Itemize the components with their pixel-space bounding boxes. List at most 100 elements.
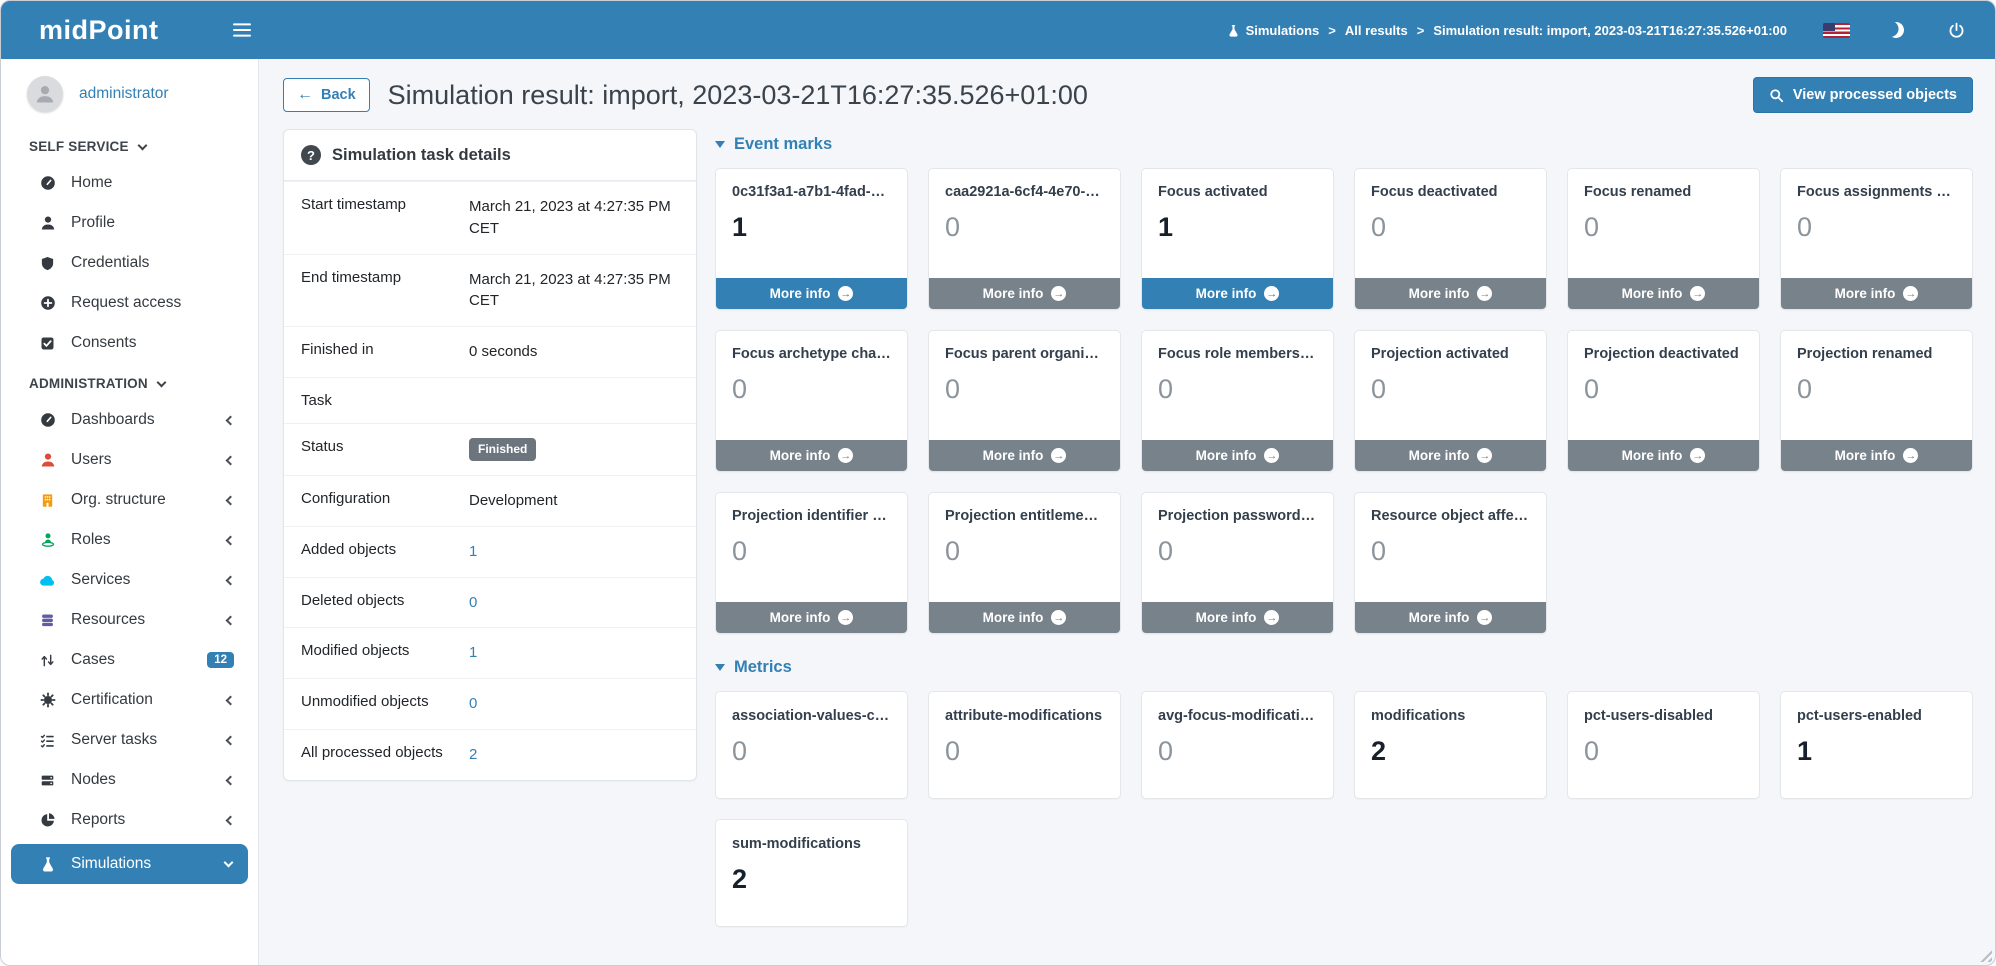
detail-row-added-objects: Added objects 1 (284, 526, 696, 577)
metric-title: avg-focus-modifications (1158, 708, 1317, 724)
more-info-button[interactable]: More info (1781, 440, 1972, 471)
breadcrumb-label: All results (1345, 23, 1408, 38)
logout-button[interactable] (1942, 16, 1971, 45)
sidebar-item-label: Users (71, 451, 212, 469)
sidebar-item-roles[interactable]: Roles (1, 520, 258, 560)
sidebar-item-users[interactable]: Users (1, 440, 258, 480)
status-badge: Finished (469, 438, 536, 461)
more-info-button[interactable]: More info (1568, 440, 1759, 471)
sidebar-item-label: Cases (71, 651, 192, 669)
avatar[interactable] (27, 76, 63, 112)
event-mark-card: Projection password c… 0 More info (1141, 492, 1334, 634)
row-label: End timestamp (301, 269, 469, 313)
locale-flag-us[interactable] (1823, 23, 1850, 38)
sidebar-item-cases[interactable]: Cases 12 (1, 640, 258, 680)
flask-icon (1227, 24, 1240, 37)
sidebar: administrator SELF SERVICE Home Profile … (1, 59, 259, 966)
row-label: Added objects (301, 541, 469, 563)
pie-chart-icon (39, 812, 56, 828)
event-mark-card: 0c31f3a1-a7b1-4fad-8… 1 More info (715, 168, 908, 310)
sidebar-item-certification[interactable]: Certification (1, 680, 258, 720)
arrow-circle-right-icon (1051, 448, 1066, 463)
cloud-icon (39, 572, 56, 589)
sidebar-item-credentials[interactable]: Credentials (1, 243, 258, 283)
sidebar-item-org-structure[interactable]: Org. structure (1, 480, 258, 520)
row-label: Start timestamp (301, 196, 469, 240)
detail-row-finished-in: Finished in 0 seconds (284, 326, 696, 377)
sidebar-item-server-tasks[interactable]: Server tasks (1, 720, 258, 760)
sidebar-item-services[interactable]: Services (1, 560, 258, 600)
sidebar-item-dashboards[interactable]: Dashboards (1, 400, 258, 440)
row-label: Modified objects (301, 642, 469, 664)
more-info-button[interactable]: More info (716, 602, 907, 633)
modified-objects-link[interactable]: 1 (469, 642, 679, 664)
detail-row-modified-objects: Modified objects 1 (284, 627, 696, 678)
more-info-button[interactable]: More info (716, 278, 907, 309)
section-self-service[interactable]: SELF SERVICE (1, 126, 258, 163)
sidebar-item-label: Nodes (71, 771, 212, 789)
more-info-button[interactable]: More info (929, 440, 1120, 471)
task-list-icon (39, 733, 56, 748)
more-info-button[interactable]: More info (929, 278, 1120, 309)
sidebar-item-nodes[interactable]: Nodes (1, 760, 258, 800)
breadcrumb-all-results[interactable]: All results (1345, 23, 1408, 38)
section-label: SELF SERVICE (29, 139, 129, 154)
more-info-button[interactable]: More info (1142, 602, 1333, 633)
all-processed-objects-link[interactable]: 2 (469, 744, 679, 766)
content-area: Simulation task details Start timestamp … (259, 127, 1995, 947)
arrow-circle-right-icon (1051, 286, 1066, 301)
added-objects-link[interactable]: 1 (469, 541, 679, 563)
sidebar-item-request-access[interactable]: Request access (1, 283, 258, 323)
dark-mode-button[interactable] (1882, 16, 1910, 44)
right-column: Event marks 0c31f3a1-a7b1-4fad-8… 1 More… (715, 129, 1973, 927)
event-mark-title: Focus role membershi… (1158, 346, 1317, 362)
row-value (469, 392, 679, 409)
sidebar-item-resources[interactable]: Resources (1, 600, 258, 640)
chevron-down-icon (156, 377, 166, 387)
sidebar-item-reports[interactable]: Reports (1, 800, 258, 840)
section-administration[interactable]: ADMINISTRATION (1, 363, 258, 400)
more-info-button[interactable]: More info (1142, 440, 1333, 471)
gauge-icon (39, 412, 56, 428)
event-marks-grid: 0c31f3a1-a7b1-4fad-8… 1 More info caa292… (715, 168, 1973, 634)
more-info-button[interactable]: More info (1355, 440, 1546, 471)
event-mark-title: Projection entitlemen… (945, 508, 1104, 524)
event-mark-title: Projection renamed (1797, 346, 1956, 362)
sidebar-item-profile[interactable]: Profile (1, 203, 258, 243)
more-info-button[interactable]: More info (1568, 278, 1759, 309)
more-info-button[interactable]: More info (1355, 602, 1546, 633)
username-link[interactable]: administrator (79, 85, 169, 103)
more-info-button[interactable]: More info (1142, 278, 1333, 309)
app-window: midPoint Simulations > All results > Sim… (0, 0, 1996, 966)
back-button[interactable]: Back (283, 78, 370, 112)
unmodified-objects-link[interactable]: 0 (469, 693, 679, 715)
sidebar-toggle-button[interactable] (223, 19, 261, 41)
sidebar-item-home[interactable]: Home (1, 163, 258, 203)
sidebar-item-consents[interactable]: Consents (1, 323, 258, 363)
view-processed-objects-button[interactable]: View processed objects (1753, 77, 1973, 113)
topbar-right: Simulations > All results > Simulation r… (1227, 16, 1971, 45)
event-mark-value: 0 (945, 212, 1104, 243)
more-info-button[interactable]: More info (1355, 278, 1546, 309)
more-info-button[interactable]: More info (716, 440, 907, 471)
breadcrumb-label: Simulation result: import, 2023-03-21T16… (1433, 23, 1787, 38)
event-mark-title: Projection password c… (1158, 508, 1317, 524)
event-mark-card: caa2921a-6cf4-4e70-a… 0 More info (928, 168, 1121, 310)
caret-down-icon (715, 664, 725, 671)
metrics-section-toggle[interactable]: Metrics (715, 658, 1973, 677)
app-logo[interactable]: midPoint (1, 15, 221, 46)
more-info-button[interactable]: More info (929, 602, 1120, 633)
moon-icon (1886, 20, 1906, 40)
row-label: Status (301, 438, 469, 461)
metric-value: 0 (945, 736, 1104, 767)
breadcrumb-simulations[interactable]: Simulations (1227, 23, 1320, 38)
page-header: Back Simulation result: import, 2023-03-… (259, 59, 1995, 127)
metric-card: pct-users-enabled 1 (1780, 691, 1973, 799)
event-marks-section-toggle[interactable]: Event marks (715, 135, 1973, 154)
more-info-button[interactable]: More info (1781, 278, 1972, 309)
chevron-left-icon (226, 615, 236, 625)
more-info-label: More info (1196, 610, 1257, 625)
event-mark-value: 0 (945, 374, 1104, 405)
sidebar-item-simulations[interactable]: Simulations (11, 844, 248, 884)
deleted-objects-link[interactable]: 0 (469, 592, 679, 614)
